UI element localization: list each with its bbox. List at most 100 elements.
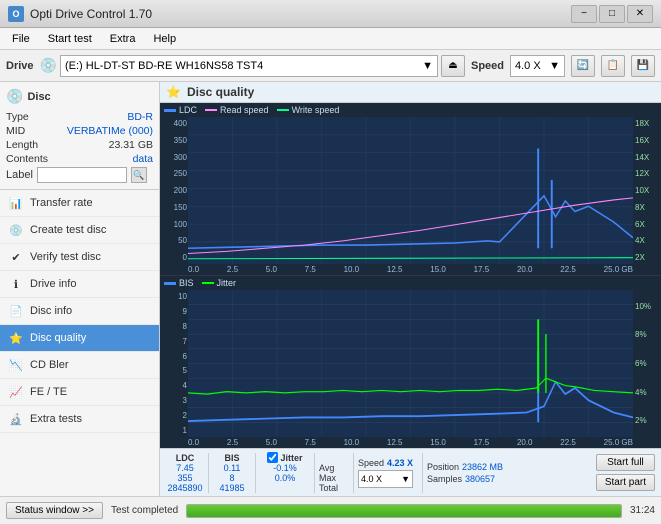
create-test-disc-icon: 💿 <box>8 222 24 238</box>
menu-extra[interactable]: Extra <box>102 31 144 47</box>
jitter-checkbox[interactable] <box>267 452 278 463</box>
menubar: File Start test Extra Help <box>0 28 661 50</box>
charts-container: LDC Read speed Write speed 400 <box>160 103 661 448</box>
disc-header-icon: 💿 <box>6 88 23 105</box>
speed-stat-selector[interactable]: 4.0 X ▼ <box>358 470 413 488</box>
fe-te-label: FE / TE <box>30 386 67 398</box>
save-button[interactable]: 💾 <box>631 55 655 77</box>
bis-avg: 0.11 <box>224 463 241 473</box>
fe-te-icon: 📈 <box>8 384 24 400</box>
ldc-total: 2845890 <box>167 483 202 493</box>
drive-selector[interactable]: (E:) HL-DT-ST BD-RE WH16NS58 TST4 ▼ <box>60 55 438 77</box>
jitter-total <box>284 483 287 493</box>
chart-header: ⭐ Disc quality <box>160 82 661 103</box>
disc-info-icon: 📄 <box>8 303 24 319</box>
mid-value: VERBATIMe (000) <box>67 125 153 137</box>
sidebar-item-disc-quality[interactable]: ⭐ Disc quality <box>0 325 159 352</box>
extra-tests-label: Extra tests <box>30 413 82 425</box>
disc-panel: 💿 Disc Type BD-R MID VERBATIMe (000) Len… <box>0 82 159 190</box>
contents-label: Contents <box>6 153 48 165</box>
length-label: Length <box>6 139 38 151</box>
ldc-chart <box>188 117 633 264</box>
read-speed-legend: Read speed <box>220 105 269 115</box>
bis-chart <box>188 290 633 437</box>
jitter-max: 0.0% <box>275 473 296 483</box>
speed-stat-label: Speed <box>358 458 384 468</box>
start-part-button[interactable]: Start part <box>596 474 655 491</box>
speed-val: 4.23 X <box>387 458 413 468</box>
cd-bler-label: CD Bler <box>30 359 69 371</box>
create-test-disc-label: Create test disc <box>30 224 106 236</box>
type-label: Type <box>6 111 29 123</box>
speed-label: Speed <box>471 60 504 72</box>
position-label: Position <box>427 462 459 472</box>
drive-info-label: Drive info <box>30 278 76 290</box>
refresh-button[interactable]: 🔄 <box>571 55 595 77</box>
menu-file[interactable]: File <box>4 31 38 47</box>
sidebar-item-fe-te[interactable]: 📈 FE / TE <box>0 379 159 406</box>
verify-test-disc-label: Verify test disc <box>30 251 101 263</box>
bis-header: BIS <box>224 453 239 463</box>
jitter-avg: -0.1% <box>273 463 297 473</box>
sidebar-item-drive-info[interactable]: ℹ Drive info <box>0 271 159 298</box>
sidebar-item-create-test-disc[interactable]: 💿 Create test disc <box>0 217 159 244</box>
sidebar-item-cd-bler[interactable]: 📉 CD Bler <box>0 352 159 379</box>
extra-tests-icon: 🔬 <box>8 411 24 427</box>
position-val: 23862 MB <box>462 462 503 472</box>
samples-label: Samples <box>427 474 462 484</box>
status-window-button[interactable]: Status window >> <box>6 502 103 519</box>
max-label: Max <box>319 473 349 483</box>
drivebar: Drive 💿 (E:) HL-DT-ST BD-RE WH16NS58 TST… <box>0 50 661 82</box>
status-time: 31:24 <box>630 505 655 516</box>
ldc-avg: 7.45 <box>176 463 194 473</box>
contents-value: data <box>133 153 153 165</box>
sidebar-item-extra-tests[interactable]: 🔬 Extra tests <box>0 406 159 433</box>
drive-label: Drive <box>6 60 34 72</box>
transfer-rate-label: Transfer rate <box>30 197 93 209</box>
app-icon: O <box>8 6 24 22</box>
label-input[interactable] <box>37 167 127 183</box>
sidebar-item-disc-info[interactable]: 📄 Disc info <box>0 298 159 325</box>
status-text: Test completed <box>111 505 178 516</box>
ldc-header: LDC <box>176 453 195 463</box>
menu-help[interactable]: Help <box>145 31 184 47</box>
app-title: Opti Drive Control 1.70 <box>30 7 152 21</box>
sidebar-item-transfer-rate[interactable]: 📊 Transfer rate <box>0 190 159 217</box>
label-edit-button[interactable]: 🔍 <box>131 167 147 183</box>
type-value: BD-R <box>127 111 153 123</box>
avg-label: Avg <box>319 463 349 473</box>
progress-bar-fill <box>187 505 621 517</box>
sidebar: 💿 Disc Type BD-R MID VERBATIMe (000) Len… <box>0 82 160 496</box>
speed-selector[interactable]: 4.0 X ▼ <box>510 55 565 77</box>
minimize-button[interactable]: − <box>571 5 597 23</box>
write-speed-legend: Write speed <box>292 105 340 115</box>
disc-quality-label: Disc quality <box>30 332 86 344</box>
mid-label: MID <box>6 125 25 137</box>
disc-quality-icon: ⭐ <box>8 330 24 346</box>
ldc-max: 355 <box>177 473 192 483</box>
bis-legend: BIS <box>179 278 194 288</box>
drive-info-icon: ℹ <box>8 276 24 292</box>
total-label: Total <box>319 483 349 493</box>
chart-title: Disc quality <box>187 85 254 99</box>
disc-icon: 💿 <box>40 57 57 74</box>
jitter-header: Jitter <box>280 453 302 463</box>
chart-header-icon: ⭐ <box>166 85 181 99</box>
menu-start-test[interactable]: Start test <box>40 31 100 47</box>
disc-header-text: Disc <box>27 91 50 103</box>
bis-total: 41985 <box>219 483 244 493</box>
progress-bar-container <box>186 504 622 518</box>
maximize-button[interactable]: □ <box>599 5 625 23</box>
disc-info-label: Disc info <box>30 305 72 317</box>
titlebar: O Opti Drive Control 1.70 − □ ✕ <box>0 0 661 28</box>
sidebar-item-verify-test-disc[interactable]: ✔ Verify test disc <box>0 244 159 271</box>
close-button[interactable]: ✕ <box>627 5 653 23</box>
chart-area: ⭐ Disc quality LDC Read speed <box>160 82 661 496</box>
label-label: Label <box>6 169 33 181</box>
eject-button[interactable]: ⏏ <box>441 55 465 77</box>
start-full-button[interactable]: Start full <box>596 454 655 471</box>
jitter-legend: Jitter <box>217 278 237 288</box>
bis-max: 8 <box>229 473 234 483</box>
samples-val: 380657 <box>465 474 495 484</box>
copy-button[interactable]: 📋 <box>601 55 625 77</box>
